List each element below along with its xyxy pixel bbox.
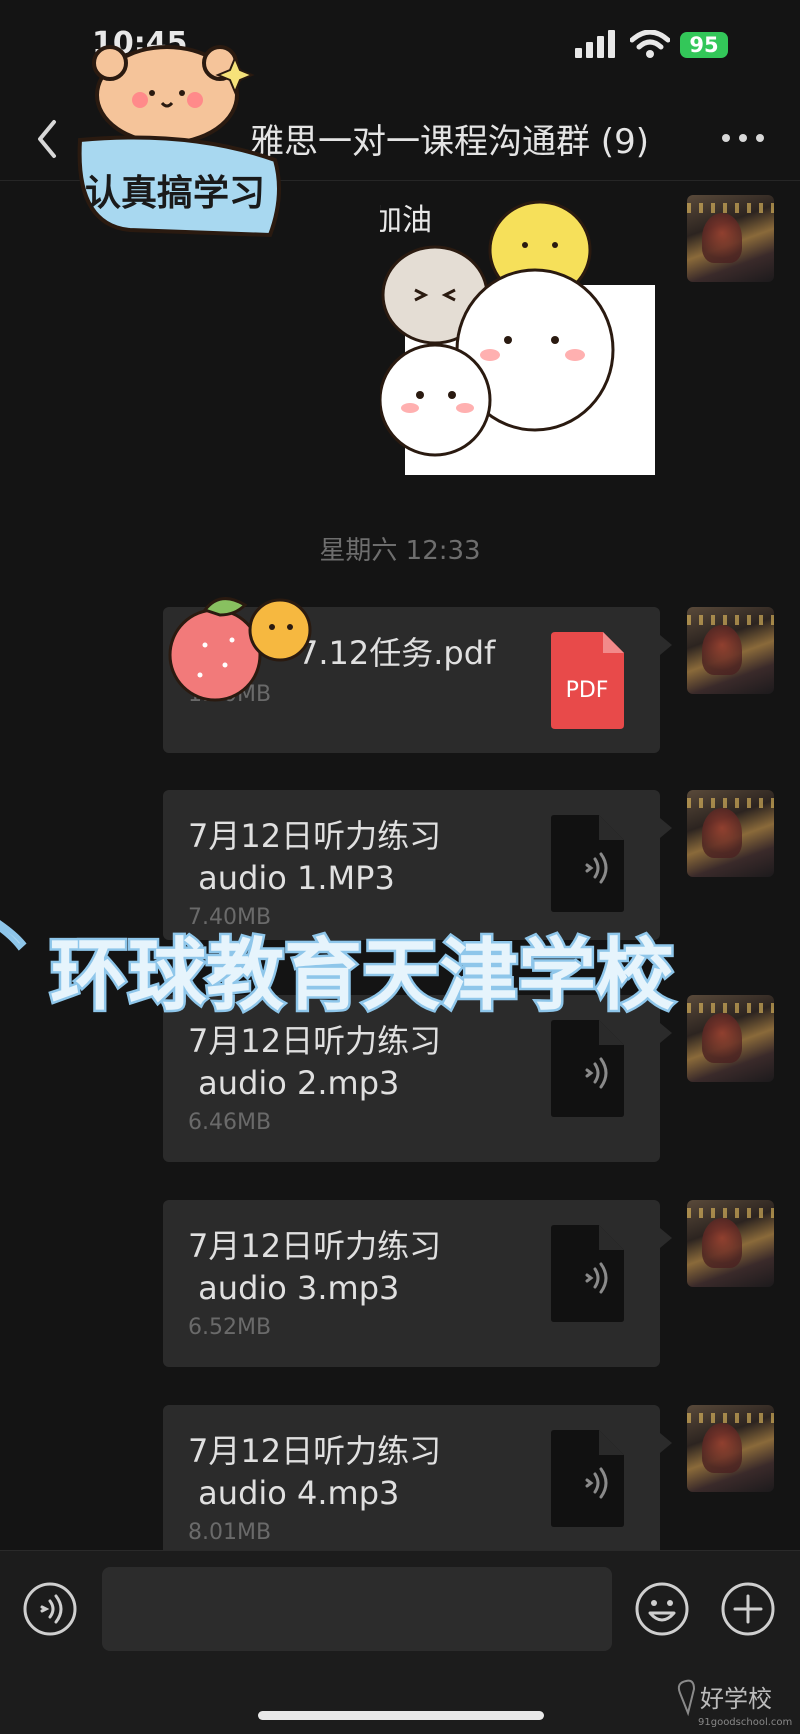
back-chevron-icon[interactable]	[30, 114, 70, 164]
chat-timestamp: 星期六 12:33	[319, 536, 481, 566]
audio-file-icon	[551, 815, 624, 912]
file-size: 6.52MB	[188, 1315, 272, 1340]
school-watermark: 丶 环球教育天津学校	[0, 910, 677, 1024]
cheer-sticker: 加油	[380, 200, 655, 475]
svg-text:PDF: PDF	[566, 678, 609, 703]
avatar[interactable]	[687, 195, 774, 282]
file-name: 7月12日听力练习 audio 3.mp3	[188, 1227, 442, 1307]
plus-icon[interactable]	[720, 1581, 776, 1637]
bear-sticker-text: 认真搞学习	[85, 172, 265, 214]
file-message-audio[interactable]: 7月12日听力练习 audio 3.mp3 6.52MB	[163, 1200, 672, 1367]
cheer-sticker-text: 加油	[380, 203, 432, 238]
avatar[interactable]	[687, 607, 774, 694]
strawberry-sticker	[168, 597, 312, 702]
svg-text:丶: 丶	[0, 910, 40, 975]
audio-file-icon	[551, 1430, 624, 1527]
file-size: 6.46MB	[188, 1110, 272, 1135]
signal-icon	[575, 30, 615, 58]
logo-subtext: 91goodschool.com	[698, 1717, 792, 1728]
wifi-icon	[630, 30, 670, 58]
more-options-icon[interactable]	[718, 128, 768, 148]
file-message-audio[interactable]: 7月12日听力练习 audio 4.mp3 8.01MB	[163, 1405, 672, 1565]
site-logo: 好学校 91goodschool.com	[677, 1679, 792, 1728]
message-text-input[interactable]	[102, 1567, 612, 1651]
file-name: 7月12日听力练习 audio 4.mp3	[188, 1432, 442, 1512]
battery-indicator: 95	[680, 32, 728, 58]
file-name: 7月12日听力练习 audio 1.MP3	[188, 817, 442, 897]
logo-text: 好学校	[700, 1685, 772, 1713]
bear-study-sticker: 认真搞学习	[77, 45, 281, 238]
file-name: 7月12日听力练习 audio 2.mp3	[188, 1022, 442, 1102]
audio-file-icon	[551, 1225, 624, 1322]
watermark-text: 环球教育天津学校	[50, 931, 674, 1021]
voice-input-icon[interactable]	[22, 1581, 78, 1637]
file-size: 8.01MB	[188, 1520, 272, 1545]
chat-title: 雅思一对一课程沟通群 (9)	[250, 122, 649, 162]
avatar[interactable]	[687, 1405, 774, 1492]
audio-file-icon	[551, 1020, 624, 1117]
avatar[interactable]	[687, 1200, 774, 1287]
home-indicator	[258, 1711, 544, 1720]
avatar[interactable]	[687, 790, 774, 877]
pdf-file-icon: PDF	[551, 632, 624, 729]
emoji-icon[interactable]	[634, 1581, 690, 1637]
